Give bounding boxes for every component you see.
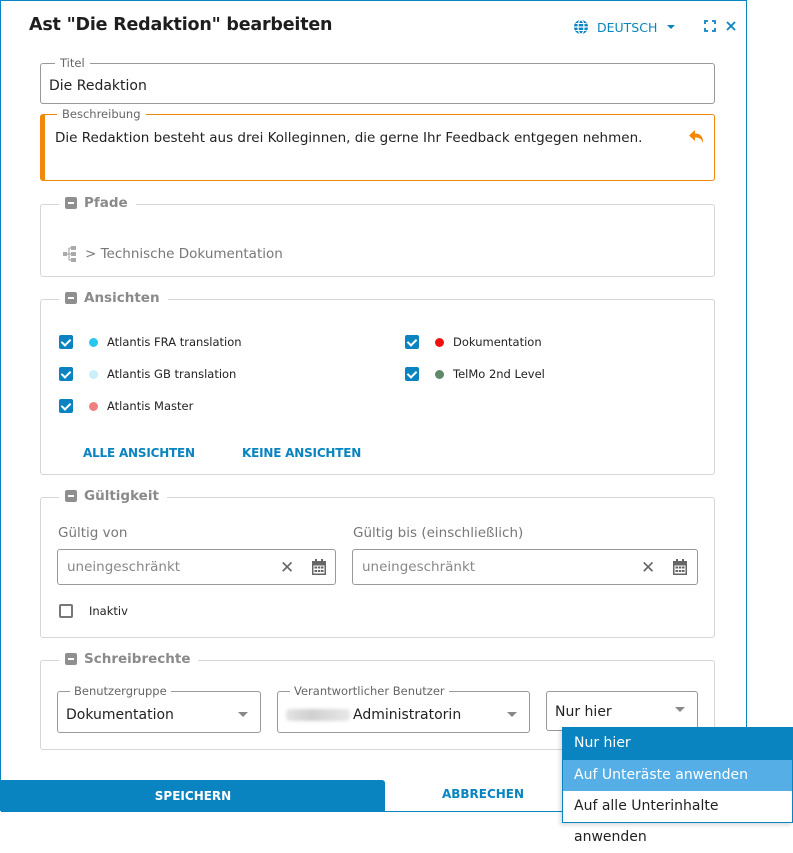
validity-legend-label: Gültigkeit bbox=[84, 488, 159, 504]
view-label: Atlantis FRA translation bbox=[107, 335, 242, 349]
checkbox-checked[interactable] bbox=[405, 367, 419, 381]
collapse-icon[interactable] bbox=[65, 197, 77, 209]
valid-to-label: Gültig bis (einschließlich) bbox=[353, 525, 524, 541]
user-group-value: Dokumentation bbox=[66, 707, 174, 723]
dropdown-arrow-icon bbox=[675, 707, 685, 712]
view-label: TelMo 2nd Level bbox=[453, 367, 545, 381]
calendar-icon[interactable] bbox=[312, 559, 326, 575]
cancel-button[interactable]: ABBRECHEN bbox=[385, 780, 581, 811]
view-checkbox-item[interactable]: Atlantis GB translation bbox=[59, 367, 236, 381]
valid-from-input[interactable]: uneingeschränkt ✕ bbox=[57, 549, 336, 585]
scope-option-only-here[interactable]: Nur hier bbox=[563, 728, 792, 760]
path-text: > Technische Dokumentation bbox=[85, 246, 283, 262]
color-dot-icon bbox=[435, 337, 444, 347]
view-label: Atlantis GB translation bbox=[107, 367, 237, 381]
valid-to-input[interactable]: uneingeschränkt ✕ bbox=[352, 549, 698, 585]
scope-option-all-sub-contents[interactable]: Auf alle Unterinhalte anwenden bbox=[563, 791, 792, 845]
dialog-title: Ast "Die Redaktion" bearbeiten bbox=[29, 15, 333, 35]
responsible-user-label: Verantwortlicher Benutzer bbox=[290, 684, 449, 698]
view-label: Atlantis Master bbox=[107, 399, 194, 413]
close-icon[interactable] bbox=[724, 19, 738, 33]
color-dot-icon bbox=[89, 401, 98, 411]
views-legend[interactable]: Ansichten bbox=[59, 290, 168, 306]
responsible-user-select[interactable]: Verantwortlicher Benutzer Administratori… bbox=[277, 684, 530, 733]
dropdown-arrow-icon bbox=[238, 712, 248, 717]
scope-value: Nur hier bbox=[555, 704, 612, 720]
description-field-label: Beschreibung bbox=[57, 107, 146, 121]
write-permissions-legend-label: Schreibrechte bbox=[84, 651, 191, 667]
color-dot-icon bbox=[89, 369, 98, 379]
view-checkbox-item[interactable]: Dokumentation bbox=[405, 335, 542, 349]
undo-icon[interactable] bbox=[688, 129, 706, 145]
scope-option-sub-branches[interactable]: Auf Unteräste anwenden bbox=[563, 759, 792, 791]
tree-structure-icon bbox=[63, 246, 76, 262]
language-selector[interactable]: DEUTSCH bbox=[573, 19, 676, 35]
write-permissions-legend[interactable]: Schreibrechte bbox=[59, 651, 199, 667]
paths-legend[interactable]: Pfade bbox=[59, 195, 136, 211]
user-group-select[interactable]: Benutzergruppe Dokumentation bbox=[57, 684, 261, 733]
collapse-icon[interactable] bbox=[65, 292, 77, 304]
checkbox-unchecked[interactable] bbox=[59, 604, 73, 618]
checkbox-checked[interactable] bbox=[405, 335, 419, 349]
clear-icon[interactable]: ✕ bbox=[641, 558, 655, 578]
globe-icon bbox=[574, 19, 588, 35]
paths-section: Pfade > Technische Dokumentation bbox=[40, 195, 715, 277]
description-field[interactable]: Beschreibung Die Redaktion besteht aus d… bbox=[40, 107, 715, 181]
all-views-button[interactable]: ALLE ANSICHTEN bbox=[83, 446, 195, 460]
title-field-label: Titel bbox=[55, 56, 90, 70]
valid-from-label: Gültig von bbox=[58, 525, 128, 541]
checkbox-checked[interactable] bbox=[59, 335, 73, 349]
collapse-icon[interactable] bbox=[65, 653, 77, 665]
view-label: Dokumentation bbox=[453, 335, 542, 349]
calendar-icon[interactable] bbox=[673, 559, 687, 575]
view-checkbox-item[interactable]: Atlantis Master bbox=[59, 399, 193, 413]
view-checkbox-item[interactable]: TelMo 2nd Level bbox=[405, 367, 545, 381]
views-legend-label: Ansichten bbox=[84, 290, 160, 306]
paths-legend-label: Pfade bbox=[84, 195, 128, 211]
description-field-value: Die Redaktion besteht aus drei Kolleginn… bbox=[55, 130, 643, 146]
language-label: DEUTSCH bbox=[597, 19, 658, 35]
inactive-checkbox-item[interactable]: Inaktiv bbox=[59, 604, 128, 618]
save-button[interactable]: SPEICHERN bbox=[1, 780, 385, 811]
title-field-value: Die Redaktion bbox=[49, 78, 147, 94]
inactive-label: Inaktiv bbox=[89, 604, 128, 618]
valid-to-placeholder: uneingeschränkt bbox=[362, 559, 476, 575]
no-views-button[interactable]: KEINE ANSICHTEN bbox=[242, 446, 361, 460]
views-section: Ansichten Atlantis FRA translation Atlan… bbox=[40, 290, 715, 475]
dropdown-arrow-icon bbox=[507, 712, 517, 717]
responsible-user-value: Administratorin bbox=[353, 707, 462, 723]
chevron-down-icon bbox=[667, 25, 676, 29]
checkbox-checked[interactable] bbox=[59, 399, 73, 413]
checkbox-checked[interactable] bbox=[59, 367, 73, 381]
valid-from-placeholder: uneingeschränkt bbox=[67, 559, 181, 575]
title-field[interactable]: Titel Die Redaktion bbox=[40, 56, 715, 104]
collapse-icon[interactable] bbox=[65, 490, 77, 502]
edit-branch-dialog: Ast "Die Redaktion" bearbeiten DEUTSCH T… bbox=[0, 0, 748, 812]
validity-section: Gültigkeit Gültig von uneingeschränkt ✕ … bbox=[40, 488, 715, 638]
redacted-name bbox=[286, 709, 350, 721]
scope-dropdown-menu: Nur hier Auf Unteräste anwenden Auf alle… bbox=[562, 727, 793, 845]
user-group-label: Benutzergruppe bbox=[70, 684, 171, 698]
color-dot-icon bbox=[435, 369, 444, 379]
scope-select[interactable]: Nur hier bbox=[546, 691, 698, 731]
path-item: > Technische Dokumentation bbox=[62, 245, 283, 263]
validity-legend[interactable]: Gültigkeit bbox=[59, 488, 167, 504]
expand-icon[interactable] bbox=[703, 19, 717, 33]
responsible-user-value-wrap: Administratorin bbox=[286, 707, 461, 723]
view-checkbox-item[interactable]: Atlantis FRA translation bbox=[59, 335, 242, 349]
color-dot-icon bbox=[89, 337, 98, 347]
clear-icon[interactable]: ✕ bbox=[280, 558, 294, 578]
